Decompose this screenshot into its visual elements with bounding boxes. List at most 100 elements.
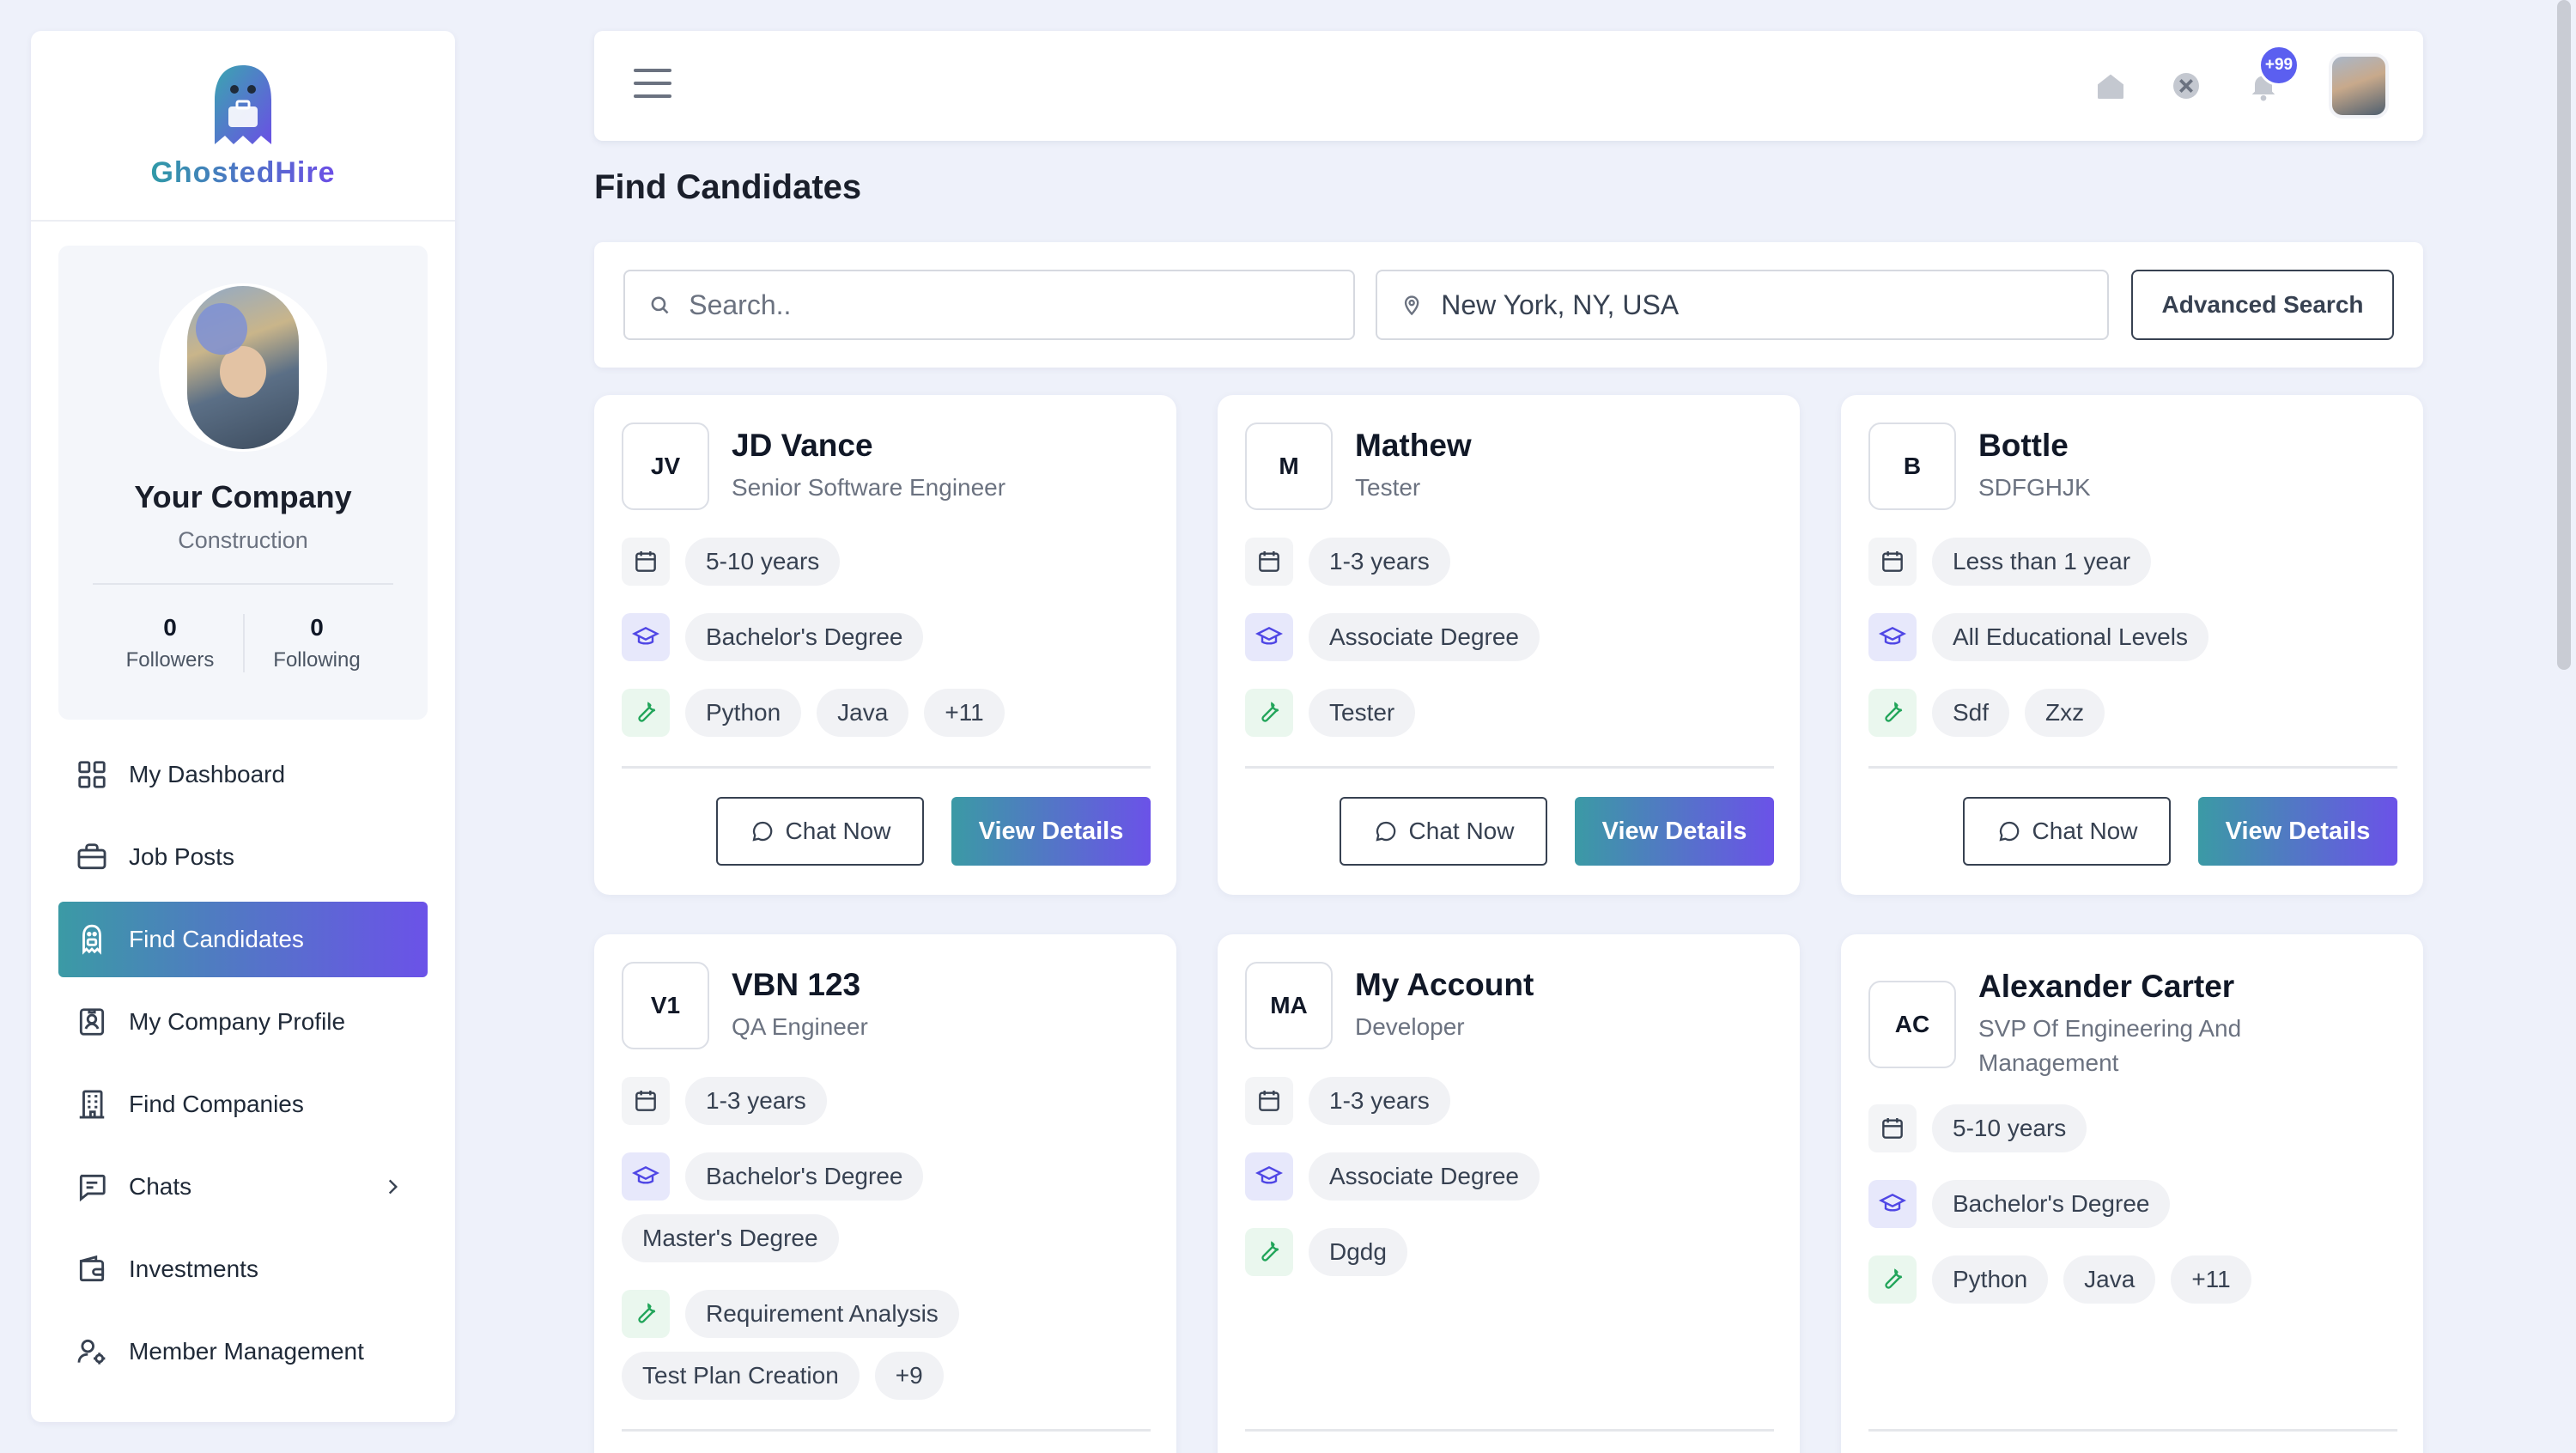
sidebar-item-label: Find Candidates — [129, 926, 304, 952]
sidebar-item-member-management[interactable]: Member Management — [58, 1314, 428, 1389]
card-divider — [622, 766, 1151, 769]
skills-row: Tester — [1245, 689, 1777, 737]
user-avatar[interactable] — [2329, 53, 2389, 119]
sidebar-nav: My Dashboard Job Posts Find Candidates M… — [31, 737, 455, 1389]
graduation-cap-icon — [1245, 613, 1293, 661]
experience-row: 1-3 years — [622, 1077, 1154, 1125]
skill-pill: Java — [817, 689, 909, 737]
menu-toggle-icon[interactable] — [634, 69, 671, 103]
sidebar-item-label: Chats — [129, 1173, 192, 1200]
experience-pill: 1-3 years — [685, 1077, 827, 1125]
sidebar-item-my-dashboard[interactable]: My Dashboard — [58, 737, 428, 812]
graduation-cap-icon — [1868, 613, 1917, 661]
view-details-button[interactable]: View Details — [951, 797, 1151, 866]
candidate-initials: M — [1245, 423, 1333, 510]
more-skills-pill[interactable]: +11 — [924, 689, 1005, 737]
settings-icon[interactable] — [2169, 69, 2203, 103]
following-count: 0 — [310, 614, 324, 641]
card-divider — [1245, 1429, 1774, 1432]
sidebar-item-job-posts[interactable]: Job Posts — [58, 819, 428, 895]
sidebar-item-label: Member Management — [129, 1338, 364, 1365]
building-icon — [79, 1090, 105, 1119]
chat-now-button[interactable]: Chat Now — [1340, 797, 1547, 866]
company-avatar[interactable] — [159, 283, 327, 452]
skills-row: Python Java +11 — [622, 689, 1154, 737]
chevron-right-icon[interactable] — [381, 1176, 404, 1198]
briefcase-icon — [77, 843, 106, 870]
candidate-card[interactable]: MA My Account Developer 1-3 years Associ… — [1218, 934, 1800, 1453]
candidate-card[interactable]: B Bottle SDFGHJK Less than 1 year All Ed… — [1841, 395, 2423, 895]
sidebar-item-chats[interactable]: Chats — [58, 1149, 428, 1225]
logo-area: GhostedHire — [31, 31, 455, 222]
wrench-icon — [1245, 689, 1293, 737]
education-row: Associate Degree — [1245, 613, 1777, 661]
card-divider — [1868, 1429, 2397, 1432]
search-input[interactable] — [689, 289, 1353, 321]
candidate-card[interactable]: V1 VBN 123 QA Engineer 1-3 years Bachelo… — [594, 934, 1176, 1453]
dashboard-icon — [78, 761, 106, 788]
skill-pill: Dgdg — [1309, 1228, 1407, 1276]
chat-now-button[interactable]: Chat Now — [716, 797, 924, 866]
chat-now-label: Chat Now — [1408, 818, 1515, 844]
sidebar-item-label: Job Posts — [129, 843, 234, 870]
ghost-icon — [82, 924, 101, 955]
wrench-icon — [1868, 689, 1917, 737]
view-details-button[interactable]: View Details — [1575, 797, 1774, 866]
candidate-header: JV JD Vance Senior Software Engineer — [622, 423, 1005, 510]
home-icon[interactable] — [2093, 69, 2128, 103]
candidate-name[interactable]: Alexander Carter — [1978, 969, 2373, 1005]
graduation-cap-icon — [622, 1152, 670, 1201]
following-label: Following — [273, 648, 361, 672]
education-row: All Educational Levels — [1868, 613, 2401, 661]
followers-stat[interactable]: 0 Followers — [97, 614, 243, 672]
following-stat[interactable]: 0 Following — [243, 614, 389, 672]
sidebar-item-investments[interactable]: Investments — [58, 1231, 428, 1307]
brand-name: GhostedHire — [150, 155, 336, 189]
sidebar-item-find-companies[interactable]: Find Companies — [58, 1067, 428, 1142]
candidate-name[interactable]: JD Vance — [732, 428, 1005, 464]
more-skills-pill[interactable]: +11 — [2171, 1255, 2251, 1304]
page-scrollbar[interactable] — [2557, 0, 2571, 670]
candidate-header: MA My Account Developer — [1245, 962, 1534, 1049]
chat-now-button[interactable]: Chat Now — [1963, 797, 2171, 866]
skill-pill: Python — [1932, 1255, 2049, 1304]
candidate-card[interactable]: JV JD Vance Senior Software Engineer 5-1… — [594, 395, 1176, 895]
followers-label: Followers — [125, 648, 215, 672]
page-title: Find Candidates — [594, 168, 862, 206]
view-details-button[interactable]: View Details — [2198, 797, 2397, 866]
sidebar-item-my-company-profile[interactable]: My Company Profile — [58, 984, 428, 1060]
candidate-name[interactable]: My Account — [1355, 967, 1534, 1003]
more-skills-pill[interactable]: +9 — [874, 1352, 944, 1400]
advanced-search-button[interactable]: Advanced Search — [2131, 270, 2394, 340]
candidate-initials: B — [1868, 423, 1956, 510]
followers-count: 0 — [163, 614, 177, 641]
candidate-name[interactable]: Bottle — [1978, 428, 2091, 464]
candidate-card[interactable]: M Mathew Tester 1-3 years Associate Degr… — [1218, 395, 1800, 895]
candidate-role: Tester — [1355, 474, 1421, 501]
skills-row: Requirement Analysis Test Plan Creation … — [622, 1290, 1154, 1400]
card-divider — [1868, 766, 2397, 769]
location-input[interactable] — [1441, 289, 2107, 321]
sidebar-item-label: My Company Profile — [129, 1008, 346, 1035]
experience-pill: 1-3 years — [1309, 1077, 1450, 1125]
candidate-card[interactable]: AC Alexander Carter SVP Of Engineering A… — [1841, 934, 2423, 1453]
education-row: Associate Degree — [1245, 1152, 1777, 1201]
skill-pill: Test Plan Creation — [622, 1352, 860, 1400]
location-field[interactable] — [1376, 270, 2109, 340]
search-field[interactable] — [623, 270, 1355, 340]
graduation-cap-icon — [622, 613, 670, 661]
education-pill: All Educational Levels — [1932, 613, 2208, 661]
education-row: Bachelor's Degree — [622, 613, 1154, 661]
experience-pill: 5-10 years — [1932, 1104, 2087, 1152]
experience-pill: 1-3 years — [1309, 538, 1450, 586]
candidate-name[interactable]: Mathew — [1355, 428, 1472, 464]
search-bar: Advanced Search — [594, 242, 2423, 368]
education-pill: Bachelor's Degree — [685, 613, 924, 661]
sidebar-item-label: Find Companies — [129, 1091, 304, 1117]
notification-badge[interactable]: +99 — [2258, 45, 2300, 86]
wrench-icon — [1868, 1255, 1917, 1304]
candidate-name[interactable]: VBN 123 — [732, 967, 868, 1003]
education-pill: Associate Degree — [1309, 1152, 1540, 1201]
sidebar-item-find-candidates[interactable]: Find Candidates — [58, 902, 428, 977]
education-row: Bachelor's Degree — [1868, 1180, 2401, 1228]
